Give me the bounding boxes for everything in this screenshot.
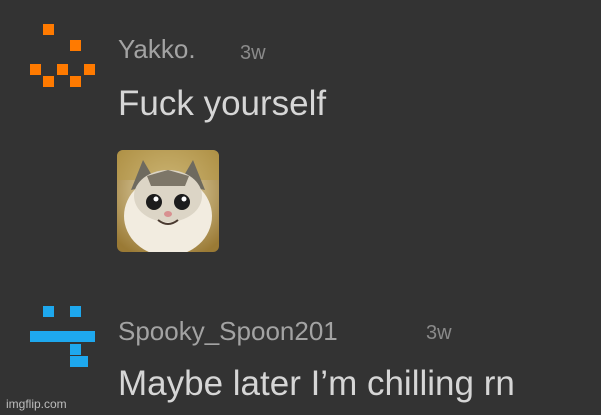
comment-2: Spooky_Spoon201 3w Maybe later I’m chill… (0, 0, 601, 415)
comment-timestamp: 3w (426, 322, 452, 344)
imgflip-watermark: imgflip.com (6, 397, 67, 411)
user-avatar[interactable] (30, 306, 110, 386)
comment-username[interactable]: Spooky_Spoon201 (118, 316, 338, 347)
comment-text: Maybe later I’m chilling rn (118, 364, 515, 403)
